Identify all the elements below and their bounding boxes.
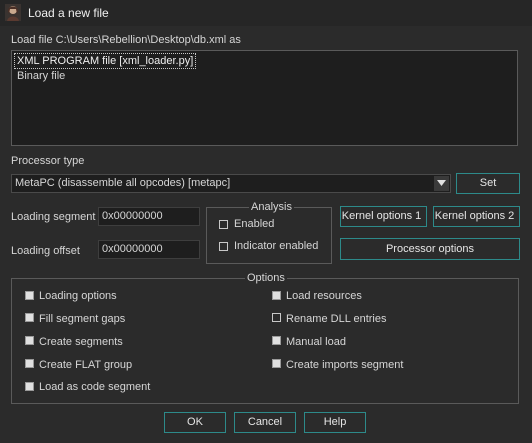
loading-segment-input[interactable]: 0x00000000 — [98, 207, 200, 226]
loading-options-checkbox[interactable] — [25, 291, 34, 300]
chevron-down-icon — [437, 180, 446, 186]
list-item-xml-program[interactable]: XML PROGRAM file [xml_loader.py] — [13, 53, 197, 69]
load-file-label: Load file C:\Users\Rebellion\Desktop\db.… — [11, 34, 241, 46]
create-flat-group-checkbox[interactable] — [25, 359, 34, 368]
rename-dll-entries-label: Rename DLL entries — [286, 313, 387, 325]
analysis-group-title: Analysis — [249, 201, 294, 213]
loading-offset-value: 0x00000000 — [102, 243, 163, 255]
kernel-options-2-button[interactable]: Kernel options 2 — [433, 206, 520, 227]
processor-type-value: MetaPC (disassemble all opcodes) [metapc… — [15, 177, 231, 189]
file-type-list[interactable]: XML PROGRAM file [xml_loader.py] Binary … — [11, 50, 518, 146]
fill-segment-gaps-label: Fill segment gaps — [39, 313, 126, 325]
create-imports-segment-label: Create imports segment — [286, 359, 404, 371]
loading-offset-input[interactable]: 0x00000000 — [98, 240, 200, 259]
loading-offset-label: Loading offset — [11, 245, 80, 257]
analysis-group — [206, 207, 332, 264]
create-segments-checkbox[interactable] — [25, 336, 34, 345]
create-imports-segment-checkbox[interactable] — [272, 359, 281, 368]
create-segments-label: Create segments — [39, 336, 123, 348]
set-button[interactable]: Set — [456, 173, 520, 194]
list-item-binary-file[interactable]: Binary file — [15, 69, 67, 83]
load-resources-label: Load resources — [286, 290, 362, 302]
load-as-code-segment-checkbox[interactable] — [25, 382, 34, 391]
indicator-enabled-checkbox[interactable] — [219, 242, 228, 251]
manual-load-label: Manual load — [286, 336, 346, 348]
analysis-enabled-checkbox[interactable] — [219, 220, 228, 229]
ok-button[interactable]: OK — [164, 412, 226, 433]
processor-options-button[interactable]: Processor options — [340, 238, 520, 260]
dropdown-arrow-button[interactable] — [434, 176, 449, 191]
indicator-enabled-label: Indicator enabled — [234, 240, 319, 252]
fill-segment-gaps-checkbox[interactable] — [25, 313, 34, 322]
person-avatar-icon — [5, 4, 21, 21]
loading-segment-value: 0x00000000 — [102, 210, 163, 222]
load-resources-checkbox[interactable] — [272, 291, 281, 300]
create-flat-group-label: Create FLAT group — [39, 359, 133, 371]
analysis-enabled-label: Enabled — [234, 218, 275, 230]
options-group-title: Options — [245, 272, 287, 284]
load-as-code-segment-label: Load as code segment — [39, 381, 151, 393]
processor-type-combobox[interactable]: MetaPC (disassemble all opcodes) [metapc… — [11, 174, 451, 193]
manual-load-checkbox[interactable] — [272, 336, 281, 345]
window-title: Load a new file — [28, 6, 109, 20]
kernel-options-1-button[interactable]: Kernel options 1 — [340, 206, 427, 227]
help-button[interactable]: Help — [304, 412, 366, 433]
rename-dll-entries-checkbox[interactable] — [272, 313, 281, 322]
loading-options-label: Loading options — [39, 290, 117, 302]
cancel-button[interactable]: Cancel — [234, 412, 296, 433]
processor-type-label: Processor type — [11, 155, 85, 167]
loading-segment-label: Loading segment — [11, 211, 96, 223]
